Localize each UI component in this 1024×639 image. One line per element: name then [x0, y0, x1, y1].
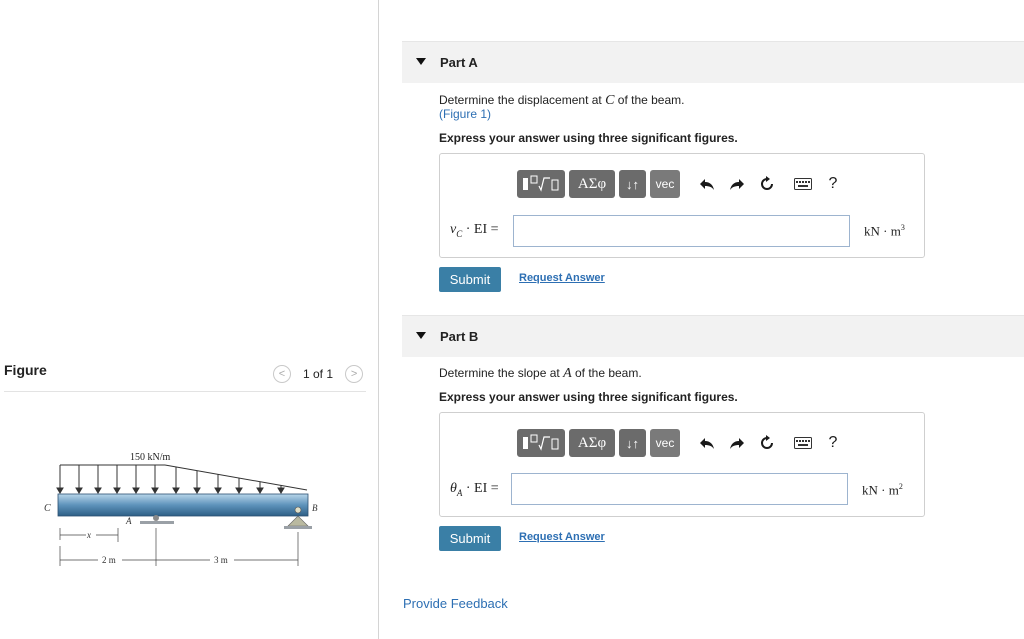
greek-icon[interactable]: ΑΣφ: [569, 429, 615, 457]
caret-down-icon[interactable]: [416, 58, 426, 65]
help-icon[interactable]: ?: [818, 429, 848, 457]
part-b-question: Determine the slope at A of the beam.: [439, 366, 642, 381]
subscript-icon[interactable]: ↓↑: [619, 429, 646, 457]
help-icon[interactable]: ?: [818, 170, 848, 198]
part-a-eq-label: vC · EI =: [450, 222, 499, 239]
part-a-answer-box: ΑΣφ ↓↑ vec ? vC · EI = kN · m3: [439, 153, 925, 258]
beam-diagram: 150 kN/m C A B x 2 m 3 m: [44, 452, 318, 566]
figure-panel: Figure < 1 of 1 > 150 kN/m C A B x 2 m 3…: [0, 0, 378, 639]
figure-link[interactable]: (Figure 1): [439, 107, 491, 121]
part-a-toolbar: ΑΣφ ↓↑ vec ?: [517, 170, 848, 198]
part-a-instruction: Express your answer using three signific…: [439, 131, 738, 145]
part-a-submit-button[interactable]: Submit: [439, 267, 501, 292]
point-a-label: A: [125, 516, 132, 526]
figure-pager: < 1 of 1 >: [273, 365, 364, 383]
keyboard-icon[interactable]: [788, 429, 818, 457]
templates-icon[interactable]: [517, 170, 565, 198]
x-label: x: [86, 530, 91, 540]
figure-divider: [4, 391, 366, 392]
part-a-answer-input[interactable]: [513, 215, 850, 247]
part-a-request-answer-link[interactable]: Request Answer: [519, 272, 605, 284]
subscript-icon[interactable]: ↓↑: [619, 170, 646, 198]
redo-icon[interactable]: [722, 170, 752, 198]
keyboard-icon[interactable]: [788, 170, 818, 198]
caret-down-icon[interactable]: [416, 332, 426, 339]
chevron-right-icon[interactable]: >: [345, 365, 364, 383]
part-b-toolbar: ΑΣφ ↓↑ vec ?: [517, 429, 848, 457]
templates-icon[interactable]: [517, 429, 565, 457]
point-c-label: C: [44, 503, 51, 514]
reset-icon[interactable]: [752, 429, 782, 457]
part-b-request-answer-link[interactable]: Request Answer: [519, 531, 605, 543]
provide-feedback-link[interactable]: Provide Feedback: [403, 596, 508, 611]
reset-icon[interactable]: [752, 170, 782, 198]
part-b-submit-button[interactable]: Submit: [439, 526, 501, 551]
figure-title: Figure: [4, 362, 47, 378]
part-b-title: Part B: [440, 329, 479, 344]
pager-text: 1 of 1: [303, 367, 334, 381]
beam: [57, 493, 309, 517]
point-b-label: B: [312, 503, 318, 513]
greek-icon[interactable]: ΑΣφ: [569, 170, 615, 198]
part-a-header[interactable]: Part A: [402, 41, 1024, 83]
undo-icon[interactable]: [692, 170, 722, 198]
part-b-unit: kN · m2: [862, 482, 903, 498]
undo-icon[interactable]: [692, 429, 722, 457]
part-b-answer-input[interactable]: [511, 473, 848, 505]
panel-divider: [378, 0, 379, 639]
redo-icon[interactable]: [722, 429, 752, 457]
chevron-left-icon[interactable]: <: [273, 365, 291, 383]
part-b-eq-label: θA · EI =: [450, 481, 499, 498]
load-label: 150 kN/m: [130, 452, 171, 463]
part-a-title: Part A: [440, 55, 478, 70]
part-b-answer-box: ΑΣφ ↓↑ vec ? θA · EI = kN · m2: [439, 412, 925, 517]
part-a-unit: kN · m3: [864, 223, 905, 239]
dim-2m-label: 2 m: [102, 555, 116, 565]
dim-3m-label: 3 m: [214, 555, 228, 565]
part-b-header[interactable]: Part B: [402, 315, 1024, 357]
vec-icon[interactable]: vec: [650, 170, 680, 198]
part-b-instruction: Express your answer using three signific…: [439, 390, 738, 404]
vec-icon[interactable]: vec: [650, 429, 680, 457]
